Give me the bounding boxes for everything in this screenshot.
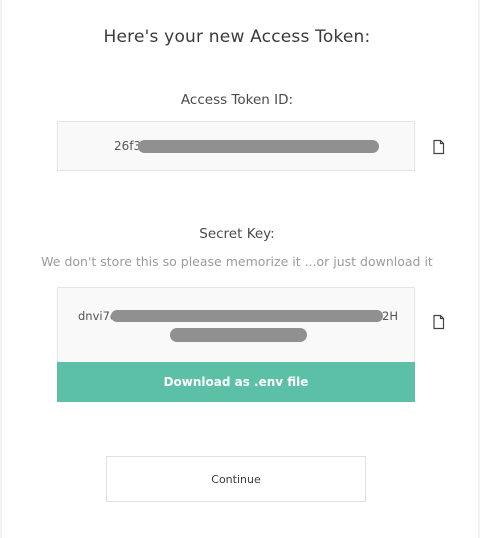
secret-key-redaction-line-1 (111, 310, 383, 322)
copy-access-token-icon[interactable] (432, 139, 446, 155)
secret-key-label: Secret Key: (199, 226, 275, 242)
continue-button[interactable]: Continue (106, 456, 366, 502)
access-token-id-label: Access Token ID: (180, 92, 294, 108)
copy-secret-key-icon[interactable] (432, 314, 446, 330)
secret-key-hint: We don't store this so please memorize i… (41, 254, 433, 269)
secret-key-visible-suffix: 2H (382, 309, 398, 323)
panel-edge-left (0, 0, 2, 538)
access-token-field[interactable]: 26f3 (57, 121, 415, 171)
access-token-redaction (138, 140, 379, 153)
secret-key-field[interactable]: dnvi7e 2H (57, 287, 415, 362)
secret-key-redaction-line-2 (170, 328, 307, 342)
page-title: Here's your new Access Token: (103, 27, 371, 47)
download-env-file-button[interactable]: Download as .env file (57, 362, 415, 402)
